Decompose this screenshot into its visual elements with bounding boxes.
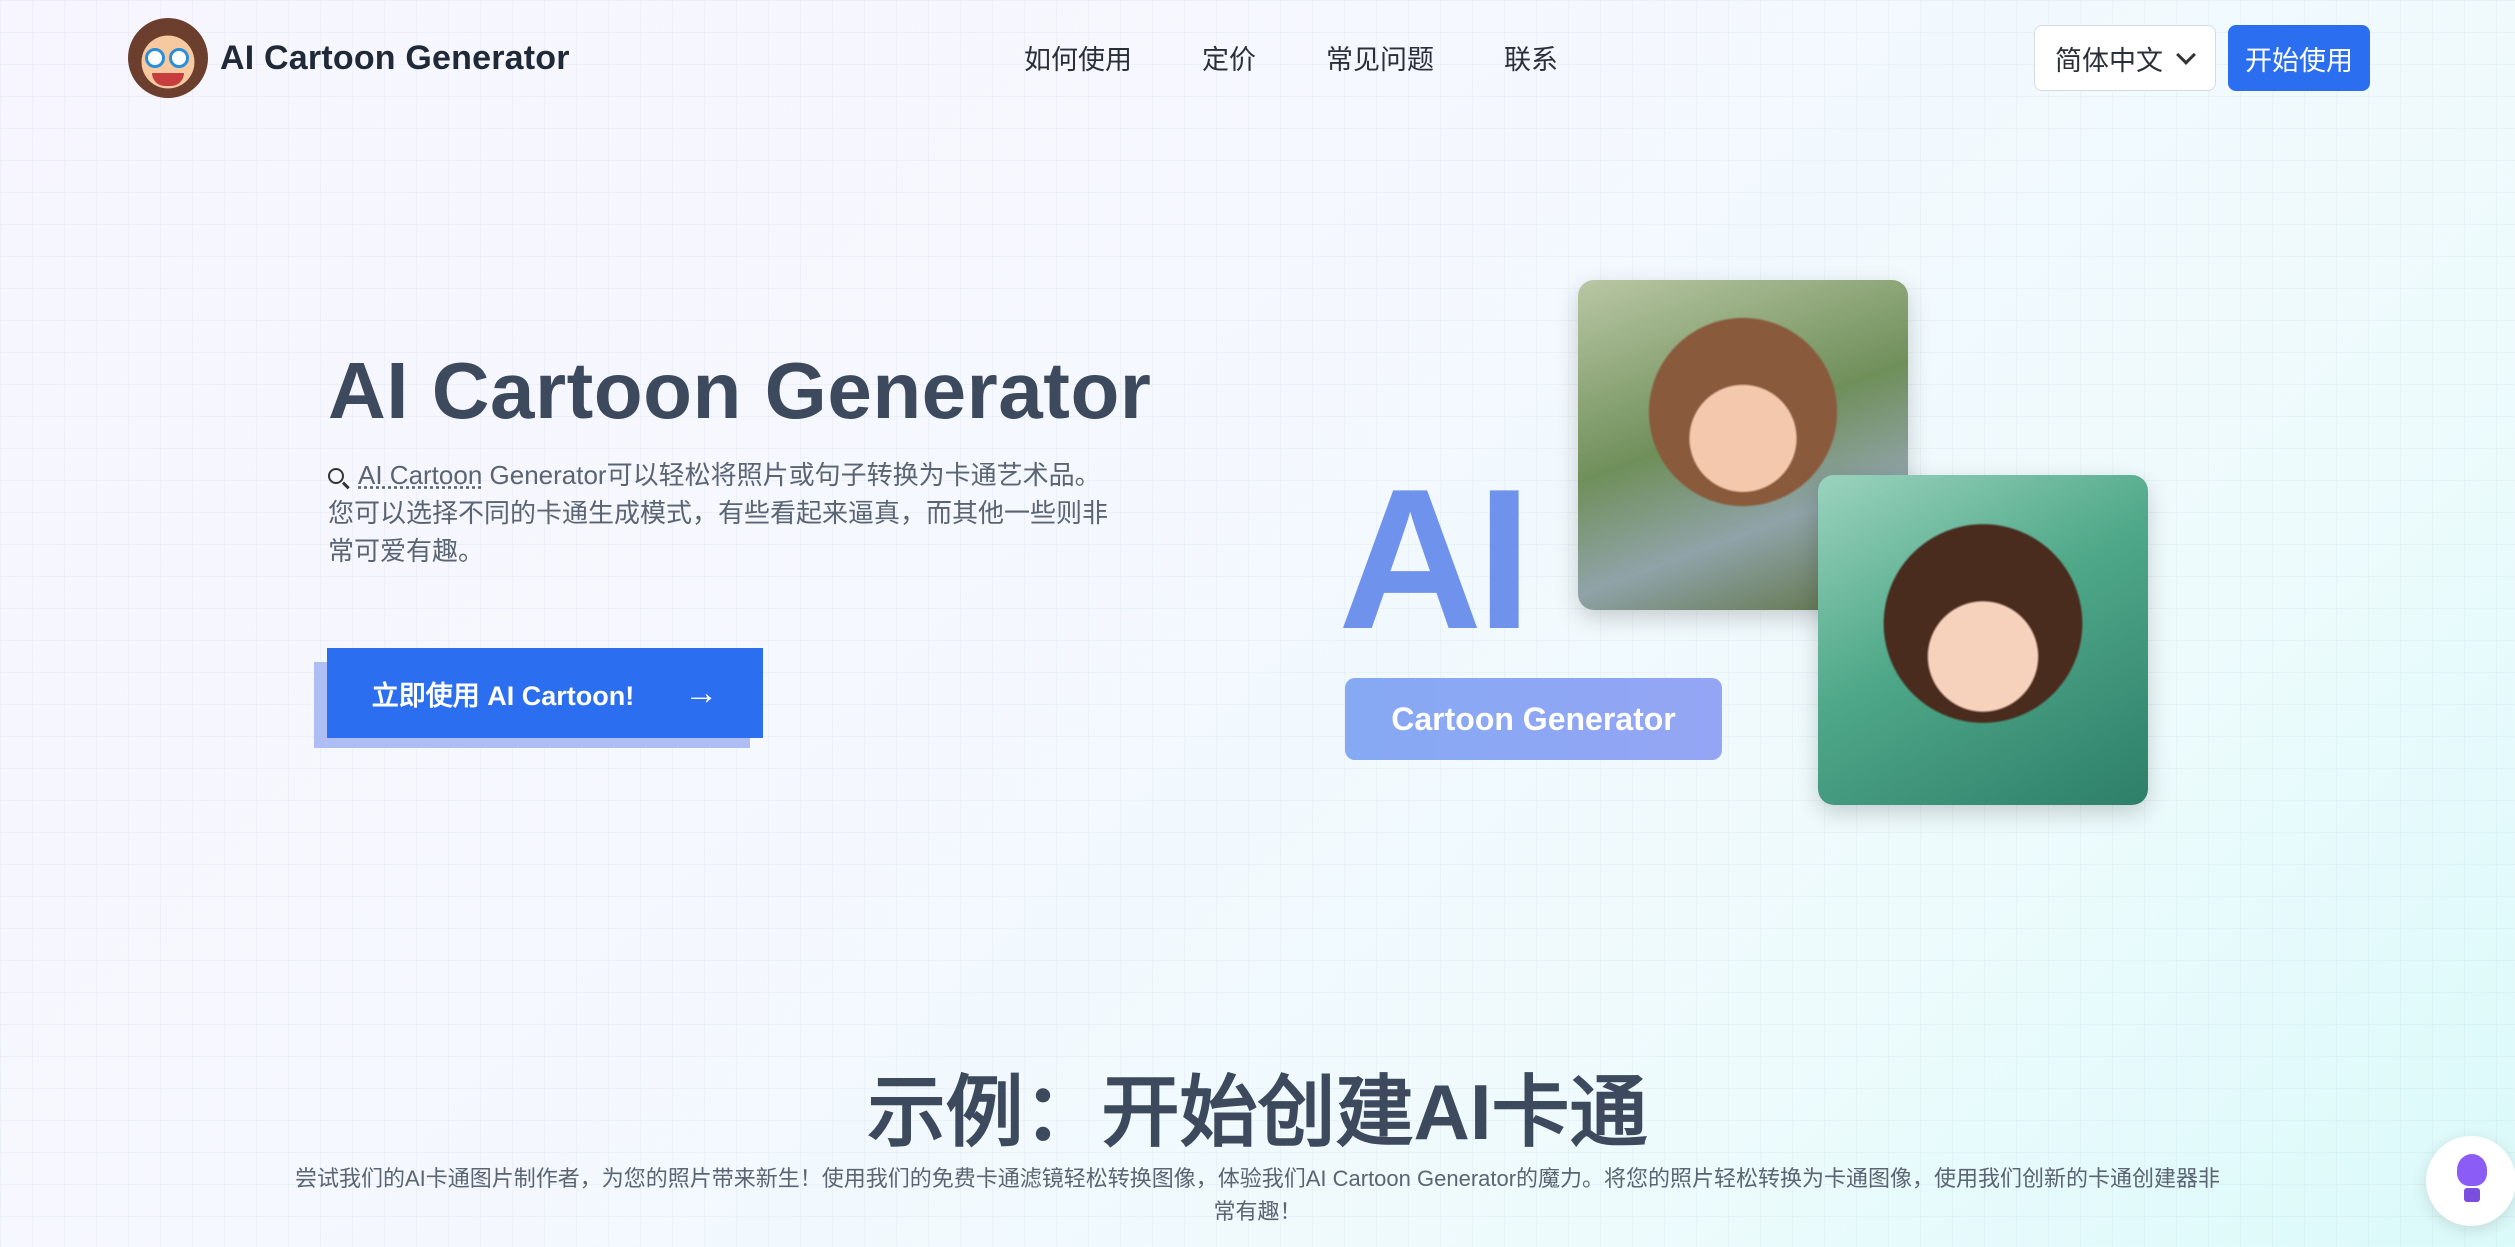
hero-title: AI Cartoon Generator: [328, 346, 1152, 435]
examples-description: 尝试我们的AI卡通图片制作者，为您的照片带来新生！使用我们的免费卡通滤镜轻松转换…: [294, 1166, 2221, 1224]
nav-contact[interactable]: 联系: [1504, 38, 1558, 77]
nav-faq[interactable]: 常见问题: [1326, 38, 1434, 77]
logo-eye-right: [169, 48, 189, 68]
logo-eye-left: [145, 48, 165, 68]
nav-pricing[interactable]: 定价: [1202, 38, 1256, 77]
hero-description: AI Cartoon Generator可以轻松将照片或句子转换为卡通艺术品。您…: [328, 456, 1108, 570]
examples-title: 示例：开始创建AI卡通: [867, 1068, 1648, 1156]
cta-button[interactable]: 立即使用 AI Cartoon! →: [327, 648, 763, 738]
language-label: 简体中文: [2055, 45, 2163, 76]
main-nav: 如何使用 定价 常见问题 联系: [1024, 38, 1628, 77]
logo-mouth: [152, 73, 184, 86]
logo-mascot-icon: [128, 18, 208, 98]
language-select[interactable]: 简体中文: [2034, 25, 2216, 91]
bulb-glass: [2457, 1154, 2487, 1186]
hero-desc-link[interactable]: AI Cartoon: [358, 460, 482, 490]
cta-label: 立即使用 AI Cartoon!: [371, 680, 635, 711]
brand[interactable]: AI Cartoon Generator: [128, 18, 570, 98]
site-header: AI Cartoon Generator 如何使用 定价 常见问题 联系 简体中…: [0, 0, 2515, 115]
bulb-base: [2464, 1188, 2480, 1202]
portrait-cartoon-image: [1818, 475, 2148, 805]
arrow-right-icon: →: [684, 673, 719, 712]
lightbulb-icon[interactable]: [2426, 1136, 2515, 1226]
start-button[interactable]: 开始使用: [2228, 25, 2370, 91]
ai-big-text: AI: [1338, 448, 1532, 671]
search-icon: [328, 468, 344, 484]
chevron-down-icon: [2176, 45, 2196, 65]
nav-how-to-use[interactable]: 如何使用: [1024, 38, 1132, 77]
brand-name: AI Cartoon Generator: [220, 38, 570, 77]
cartoon-generator-pill: Cartoon Generator: [1345, 678, 1722, 760]
